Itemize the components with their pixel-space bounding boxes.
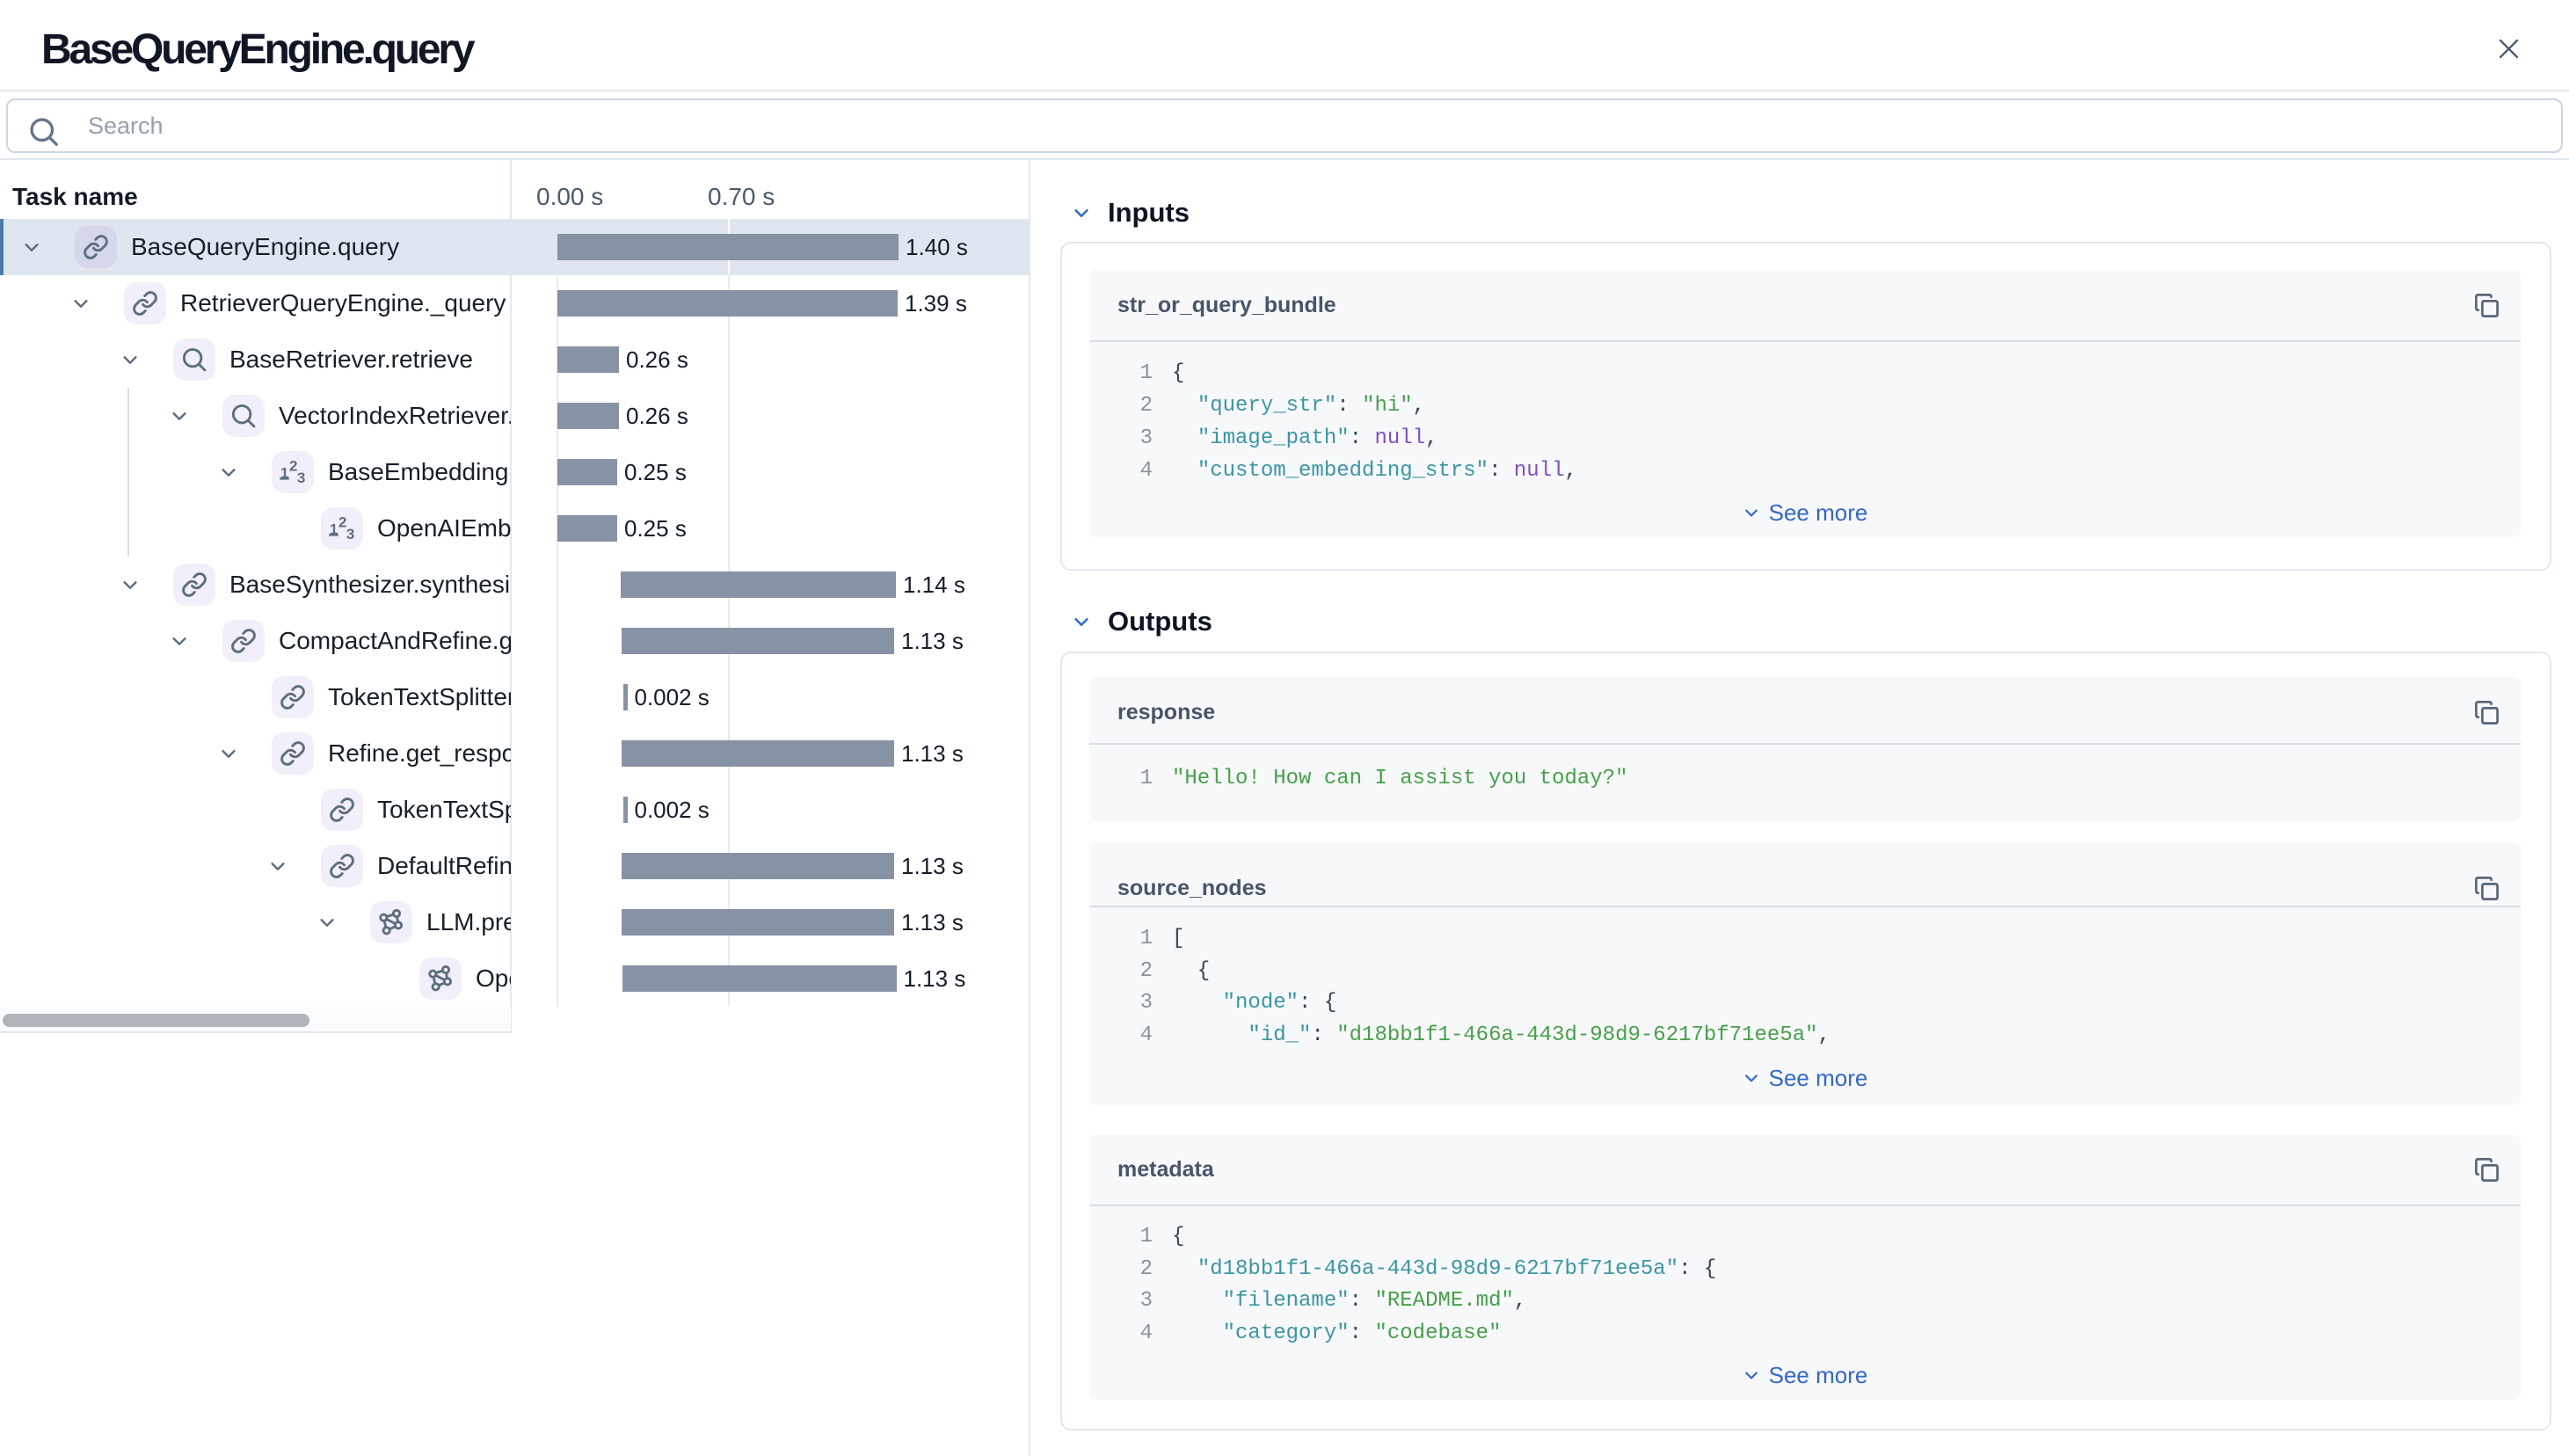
svg-text:3: 3 [346, 526, 354, 542]
svg-text:3: 3 [297, 470, 305, 486]
